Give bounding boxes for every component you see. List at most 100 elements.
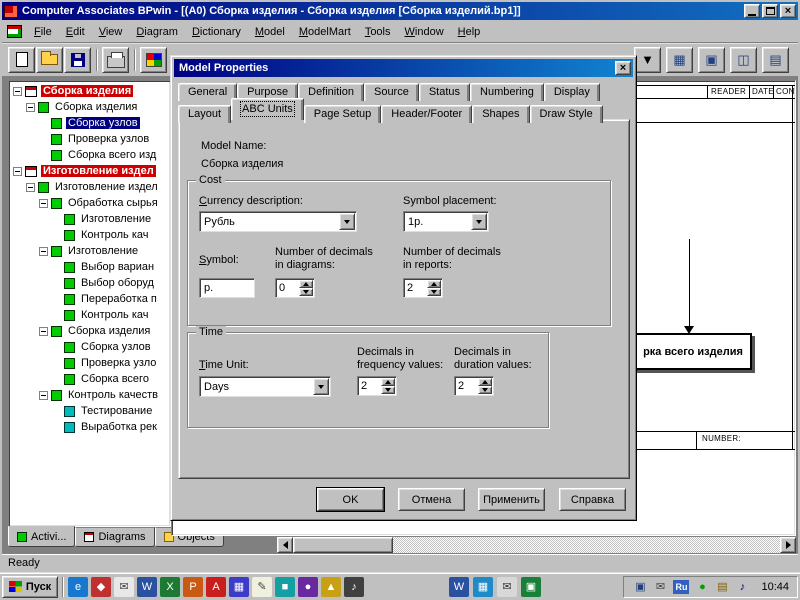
tab-general[interactable]: General <box>178 83 238 101</box>
tree-expander-icon[interactable] <box>26 102 35 112</box>
spin-down-button[interactable] <box>299 288 313 296</box>
tree-item[interactable]: Выбор оборуд <box>9 275 170 291</box>
tab-header-footer[interactable]: Header/Footer <box>381 105 473 123</box>
maximize-button[interactable] <box>762 4 778 18</box>
toolbar-button-tool-split[interactable]: ◫ <box>730 46 757 73</box>
excel-icon[interactable]: X <box>160 576 180 597</box>
menu-item-model[interactable]: Model <box>248 23 292 41</box>
menu-item-diagram[interactable]: Diagram <box>129 23 185 41</box>
acrobat-icon[interactable]: A <box>206 576 226 597</box>
tab-draw-style[interactable]: Draw Style <box>529 105 603 123</box>
tab-status[interactable]: Status <box>418 83 471 101</box>
tree-expander-icon[interactable] <box>39 390 48 400</box>
app-icon-15[interactable]: ▦ <box>473 576 493 597</box>
tree-item[interactable]: Контроль качеств <box>9 387 170 403</box>
spin-down-button[interactable] <box>427 288 441 296</box>
tab-shapes[interactable]: Shapes <box>472 105 530 123</box>
tab-definition[interactable]: Definition <box>298 83 364 101</box>
menu-item-edit[interactable]: Edit <box>59 23 92 41</box>
word-window-icon[interactable]: W <box>449 576 469 597</box>
tab-page-setup[interactable]: Page Setup <box>303 105 382 123</box>
tree-item[interactable]: Изготовление <box>9 211 170 227</box>
time-unit-combobox[interactable]: Days <box>199 376 331 397</box>
dialog-button-apply[interactable]: Применить <box>478 488 545 511</box>
toolbar-button-print[interactable] <box>102 46 129 73</box>
tree-item[interactable]: Проверка узло <box>9 355 170 371</box>
symbol-placement-combobox[interactable]: 1р. <box>403 211 489 232</box>
mail-icon[interactable]: ✉ <box>114 576 134 597</box>
spin-up-button[interactable] <box>381 378 395 386</box>
tab-abc-units[interactable]: ABC Units <box>231 98 304 120</box>
spin-up-button[interactable] <box>299 280 313 288</box>
word-icon[interactable]: W <box>137 576 157 597</box>
tree-item[interactable]: Переработка п <box>9 291 170 307</box>
tray-icon-2[interactable]: ✉ <box>652 579 668 595</box>
language-indicator[interactable]: Ru <box>673 579 690 594</box>
tree-item[interactable]: Сборка всего изд <box>9 147 170 163</box>
tree-item[interactable]: Тестирование <box>9 403 170 419</box>
menu-item-dictionary[interactable]: Dictionary <box>185 23 248 41</box>
toolbar-button-palette[interactable] <box>140 46 167 73</box>
tree-expander-icon[interactable] <box>13 86 22 96</box>
panel-tab-diagrams[interactable]: Diagrams <box>75 527 155 547</box>
document-icon[interactable] <box>7 25 22 38</box>
symbol-field[interactable]: р. <box>199 278 255 298</box>
app-icon-13[interactable]: ♪ <box>344 576 364 597</box>
tab-layout[interactable]: Layout <box>178 105 232 123</box>
close-button[interactable]: × <box>780 4 796 18</box>
menu-item-file[interactable]: File <box>27 23 59 41</box>
spin-down-button[interactable] <box>478 386 492 394</box>
dialog-close-button[interactable]: × <box>615 61 631 75</box>
tab-source[interactable]: Source <box>363 83 419 101</box>
tree-expander-icon[interactable] <box>26 182 35 192</box>
tray-icon-5[interactable]: ♪ <box>734 579 750 595</box>
tree-item[interactable]: Изготовление <box>9 243 170 259</box>
dialog-button-cancel[interactable]: Отмена <box>398 488 465 511</box>
dialog-titlebar[interactable]: Model Properties × <box>174 59 633 77</box>
menu-item-window[interactable]: Window <box>398 23 451 41</box>
toolbar-button-save[interactable] <box>64 46 91 73</box>
start-button[interactable]: Пуск <box>2 575 58 598</box>
decimals-duration-spinner[interactable]: 2 <box>454 376 494 396</box>
currency-description-combobox[interactable]: Рубль <box>199 211 357 232</box>
tree-expander-icon[interactable] <box>39 326 48 336</box>
spin-up-button[interactable] <box>478 378 492 386</box>
tree-item[interactable]: Сборка изделия <box>9 323 170 339</box>
ie-icon[interactable]: e <box>68 576 88 597</box>
toolbar-button-dropdown-arrow[interactable]: ▼ <box>634 46 661 73</box>
tree-item[interactable]: Проверка узлов <box>9 131 170 147</box>
app-icon-11[interactable]: ● <box>298 576 318 597</box>
toolbar-button-new-document[interactable] <box>8 46 35 73</box>
minimize-button[interactable] <box>744 4 760 18</box>
spin-down-button[interactable] <box>381 386 395 394</box>
tree-item[interactable]: Сборка узлов <box>9 115 170 131</box>
tree-item[interactable]: Выбор вариан <box>9 259 170 275</box>
toolbar-button-tool-grid[interactable]: ▦ <box>666 46 693 73</box>
tray-icon-4[interactable]: ▤ <box>714 579 730 595</box>
menu-item-modelmart[interactable]: ModelMart <box>292 23 358 41</box>
notepad-icon[interactable]: ✎ <box>252 576 272 597</box>
currency-dropdown-button[interactable] <box>339 213 355 230</box>
tree-item[interactable]: Сборка всего <box>9 371 170 387</box>
app-icon-12[interactable]: ▲ <box>321 576 341 597</box>
scroll-right-button[interactable] <box>780 537 796 553</box>
dialog-button-help[interactable]: Справка <box>559 488 626 511</box>
time-unit-dropdown-button[interactable] <box>313 378 329 395</box>
scrollbar-track[interactable] <box>393 537 780 553</box>
app-icon-8[interactable]: ▦ <box>229 576 249 597</box>
activity-box[interactable]: рка всего изделия <box>634 333 752 370</box>
toolbar-button-open-folder[interactable] <box>36 46 63 73</box>
tree-expander-icon[interactable] <box>39 246 48 256</box>
scrollbar-thumb[interactable] <box>293 537 393 553</box>
tab-display[interactable]: Display <box>543 83 600 101</box>
tray-icon-1[interactable]: ▣ <box>632 579 648 595</box>
toolbar-button-tool-box[interactable]: ▣ <box>698 46 725 73</box>
app-icon-10[interactable]: ■ <box>275 576 295 597</box>
menu-item-help[interactable]: Help <box>451 23 488 41</box>
scroll-left-button[interactable] <box>277 537 293 553</box>
menu-item-view[interactable]: View <box>92 23 130 41</box>
tree-item[interactable]: Сборка изделия <box>9 83 170 99</box>
app-icon-2[interactable]: ◆ <box>91 576 111 597</box>
decimals-reports-spinner[interactable]: 2 <box>403 278 443 298</box>
tree-item[interactable]: Сборка узлов <box>9 339 170 355</box>
